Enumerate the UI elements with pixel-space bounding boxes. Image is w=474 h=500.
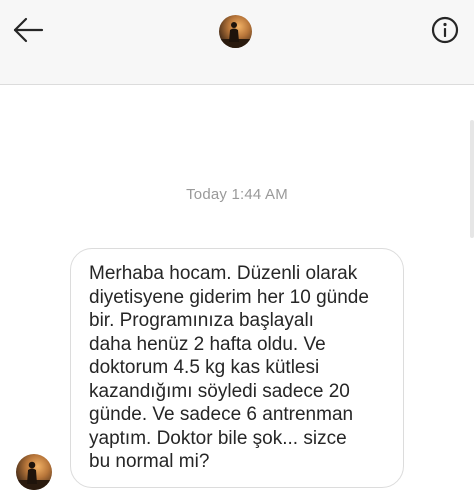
message-line: doktorum 4.5 kg kas kütlesi <box>89 357 320 378</box>
info-circle-icon <box>431 16 459 44</box>
profile-avatar[interactable] <box>219 15 252 48</box>
message-line: kazandığımı söyledi sadece 20 <box>89 380 350 402</box>
message-line: bir. Programınıza başlayalı <box>89 310 314 331</box>
sender-avatar[interactable] <box>16 454 52 490</box>
profile-photo <box>219 15 252 48</box>
message-line: bu normal mi? <box>89 451 210 472</box>
scrollbar[interactable] <box>470 120 474 238</box>
message-line: daha henüz 2 hafta oldu. Ve <box>89 333 326 355</box>
message-line: günde. Ve sadece 6 antrenman <box>89 404 354 425</box>
info-button[interactable] <box>430 15 460 45</box>
message-line: diyetisyene giderim her 10 günde <box>89 286 369 308</box>
message-timestamp: Today 1:44 AM <box>186 186 288 203</box>
profile-photo <box>16 454 52 490</box>
message-bubble[interactable]: Merhaba hocam. Düzenli olarak diyetisyen… <box>70 248 404 488</box>
message-line: yaptım. Doktor bile şok... sizce <box>89 427 347 449</box>
top-bar <box>0 0 474 85</box>
back-button[interactable] <box>8 12 48 48</box>
message-line: Merhaba hocam. Düzenli olarak <box>89 263 358 284</box>
arrow-left-icon <box>13 17 44 43</box>
